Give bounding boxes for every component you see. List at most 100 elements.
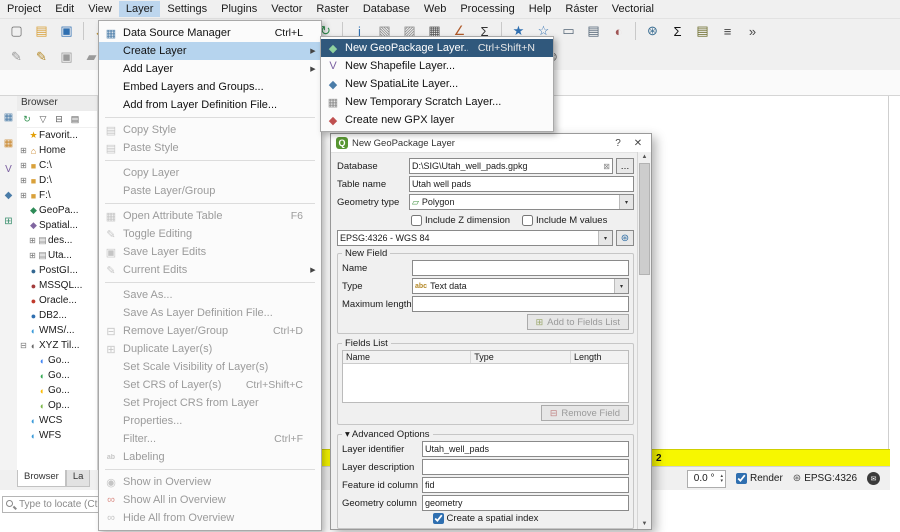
menubar-web[interactable]: Web bbox=[417, 1, 453, 17]
add-mesh-layer[interactable]: ⊞ bbox=[0, 209, 17, 233]
select-crs-button[interactable]: ⊛ bbox=[616, 230, 634, 246]
menu-item-save-layer-edits[interactable]: ▣ Save Layer Edits bbox=[99, 243, 321, 261]
clear-icon[interactable]: ⊠ bbox=[603, 162, 610, 171]
expander-icon[interactable]: ⊞ bbox=[28, 236, 37, 245]
database-browse-button[interactable]: … bbox=[616, 158, 634, 174]
submenu-item-new-temporary-scratch-layer[interactable]: ▦ New Temporary Scratch Layer... bbox=[321, 93, 553, 111]
crs-status[interactable]: ⊛ EPSG:4326 bbox=[793, 473, 857, 484]
feature-id-input[interactable]: fid bbox=[422, 477, 629, 493]
menubar-edit[interactable]: Edit bbox=[48, 1, 81, 17]
database-input[interactable]: D:\SIG\Utah_well_pads.gpkg ⊠ bbox=[409, 158, 613, 174]
chevron-down-icon[interactable]: ▾ bbox=[598, 231, 612, 245]
chevron-down-icon[interactable]: ▾ bbox=[614, 279, 628, 293]
layer-identifier-input[interactable]: Utah_well_pads bbox=[422, 441, 629, 457]
expander-icon[interactable]: ⊞ bbox=[19, 146, 28, 155]
browser-item-wcs[interactable]: ◐ WCS bbox=[17, 413, 97, 428]
menubar-vectorial[interactable]: Vectorial bbox=[605, 1, 661, 17]
browser-item-d[interactable]: ⊞ ■ D:\ bbox=[17, 173, 97, 188]
browser-item-wms[interactable]: ◐ WMS/... bbox=[17, 323, 97, 338]
browser-item-db2[interactable]: ● DB2... bbox=[17, 308, 97, 323]
open-project[interactable]: ▤ bbox=[30, 20, 53, 43]
menu-item-properties[interactable]: Properties... bbox=[99, 412, 321, 430]
browser-collapse-all[interactable]: ⊟ bbox=[51, 111, 67, 127]
statistics-panel[interactable]: Σ bbox=[666, 20, 689, 43]
menu-item-duplicate-layer-s[interactable]: ⊞ Duplicate Layer(s) bbox=[99, 340, 321, 358]
spinner-arrows[interactable]: ▴ ▾ bbox=[720, 474, 723, 484]
messages-icon[interactable]: ✉ bbox=[867, 472, 880, 485]
browser-item-oracle[interactable]: ● Oracle... bbox=[17, 293, 97, 308]
browser-item-go[interactable]: ◐ Go... bbox=[17, 368, 97, 383]
field-name-input[interactable] bbox=[412, 260, 629, 276]
data-source-manager[interactable]: ▦ bbox=[0, 105, 17, 129]
submenu-item-new-geopackage-layer[interactable]: ◆ New GeoPackage Layer... Ctrl+Shift+N bbox=[321, 39, 553, 57]
dialog-help-button[interactable]: ? bbox=[610, 138, 626, 149]
add-to-fields-list-button[interactable]: ⊞ Add to Fields List bbox=[527, 314, 629, 330]
menu-item-embed-layers-and-groups[interactable]: Embed Layers and Groups... bbox=[99, 78, 321, 96]
geometry-column-input[interactable]: geometry bbox=[422, 495, 629, 511]
include-m-checkbox[interactable]: Include M values bbox=[522, 215, 607, 226]
new-print-layout[interactable]: ▭ bbox=[557, 20, 580, 43]
browser-item-go[interactable]: ◐ Go... bbox=[17, 383, 97, 398]
browser-item-mssql[interactable]: ● MSSQL... bbox=[17, 278, 97, 293]
menu-item-filter[interactable]: Filter... Ctrl+F bbox=[99, 430, 321, 448]
menubar-view[interactable]: View bbox=[81, 1, 119, 17]
map-themes[interactable]: ▤ bbox=[691, 20, 714, 43]
dialog-titlebar[interactable]: Q New GeoPackage Layer ? ✕ bbox=[331, 134, 651, 153]
chevron-down-icon[interactable]: ▾ bbox=[619, 195, 633, 209]
expander-icon[interactable]: ⊞ bbox=[19, 191, 28, 200]
fields-list-table[interactable]: Name Type Length bbox=[342, 350, 629, 403]
browser-item-des[interactable]: ⊞ ▤ des... bbox=[17, 233, 97, 248]
browser-item-geopa[interactable]: ◆ GeoPa... bbox=[17, 203, 97, 218]
submenu-item-create-new-gpx-layer[interactable]: ◆ Create new GPX layer bbox=[321, 111, 553, 129]
menu-item-set-crs-of-layer-s[interactable]: Set CRS of Layer(s) Ctrl+Shift+C bbox=[99, 376, 321, 394]
menu-item-set-scale-visibility-of-layer-s[interactable]: Set Scale Visibility of Layer(s) bbox=[99, 358, 321, 376]
menu-item-copy-layer[interactable]: Copy Layer bbox=[99, 164, 321, 182]
browser-item-uta[interactable]: ⊞ ▤ Uta... bbox=[17, 248, 97, 263]
table-name-input[interactable]: Utah well pads bbox=[409, 176, 634, 192]
save-layer-edits[interactable]: ▣ bbox=[55, 46, 78, 69]
menubar-settings[interactable]: Settings bbox=[160, 1, 214, 17]
browser-item-xyz-til[interactable]: ⊟ ◐ XYZ Til... bbox=[17, 338, 97, 353]
toolbar-overflow[interactable]: » bbox=[741, 20, 764, 43]
toolbar-options[interactable]: ≡ bbox=[716, 20, 739, 43]
menu-item-hide-all-from-overview[interactable]: ∞ Hide All from Overview bbox=[99, 509, 321, 527]
browser-item-wfs[interactable]: ◐ WFS bbox=[17, 428, 97, 443]
menu-item-current-edits[interactable]: ✎ Current Edits ▶ bbox=[99, 261, 321, 279]
field-type-combobox[interactable]: abc Text data ▾ bbox=[412, 278, 629, 294]
menubar-plugins[interactable]: Plugins bbox=[214, 1, 264, 17]
toggle-editing[interactable]: ✎ bbox=[30, 46, 53, 69]
spatial-index-checkbox[interactable]: Create a spatial index bbox=[433, 513, 539, 524]
menubar-layer[interactable]: Layer bbox=[119, 1, 161, 17]
browser-item-home[interactable]: ⊞ ⌂ Home bbox=[17, 143, 97, 158]
remove-field-button[interactable]: ⊟ Remove Field bbox=[541, 405, 629, 421]
menu-item-add-from-layer-definition-file[interactable]: Add from Layer Definition File... bbox=[99, 96, 321, 114]
panel-tab-la[interactable]: La bbox=[66, 470, 91, 487]
spin-down-icon[interactable]: ▾ bbox=[720, 479, 723, 484]
scroll-up-icon[interactable]: ▲ bbox=[642, 152, 648, 162]
menu-item-show-in-overview[interactable]: ◉ Show in Overview bbox=[99, 473, 321, 491]
render-toggle[interactable]: Render bbox=[736, 473, 783, 484]
menubar-project[interactable]: Project bbox=[0, 1, 48, 17]
browser-options[interactable]: ▤ bbox=[67, 111, 83, 127]
add-spatialite-layer[interactable]: ◆ bbox=[0, 183, 17, 207]
spatial-index-input[interactable] bbox=[433, 513, 444, 524]
geometry-type-combobox[interactable]: ▱ Polygon ▾ bbox=[409, 194, 634, 210]
menu-item-save-as[interactable]: Save As... bbox=[99, 286, 321, 304]
menu-item-save-as-layer-definition-file[interactable]: Save As Layer Definition File... bbox=[99, 304, 321, 322]
style-manager[interactable]: ◐ bbox=[607, 20, 630, 43]
scrollbar-thumb[interactable] bbox=[639, 163, 650, 275]
crs-combobox[interactable]: EPSG:4326 - WGS 84 ▾ bbox=[337, 230, 613, 246]
save-project[interactable]: ▣ bbox=[55, 20, 78, 43]
add-raster-layer[interactable]: ▦ bbox=[0, 131, 17, 155]
submenu-item-new-spatialite-layer[interactable]: ◆ New SpatiaLite Layer... bbox=[321, 75, 553, 93]
menubar-r-ster[interactable]: Ráster bbox=[558, 1, 604, 17]
menu-item-add-layer[interactable]: Add Layer ▶ bbox=[99, 60, 321, 78]
browser-item-go[interactable]: ◐ Go... bbox=[17, 353, 97, 368]
include-m-input[interactable] bbox=[522, 215, 533, 226]
menu-item-remove-layer-group[interactable]: ⊟ Remove Layer/Group Ctrl+D bbox=[99, 322, 321, 340]
expander-icon[interactable]: ⊞ bbox=[19, 161, 28, 170]
advanced-options-title[interactable]: ▾ Advanced Options bbox=[342, 429, 433, 440]
menu-item-create-layer[interactable]: Create Layer ▶ bbox=[99, 42, 321, 60]
add-vector-layer[interactable]: V bbox=[0, 157, 17, 181]
dialog-scrollbar[interactable]: ▲ ▼ bbox=[637, 152, 651, 529]
